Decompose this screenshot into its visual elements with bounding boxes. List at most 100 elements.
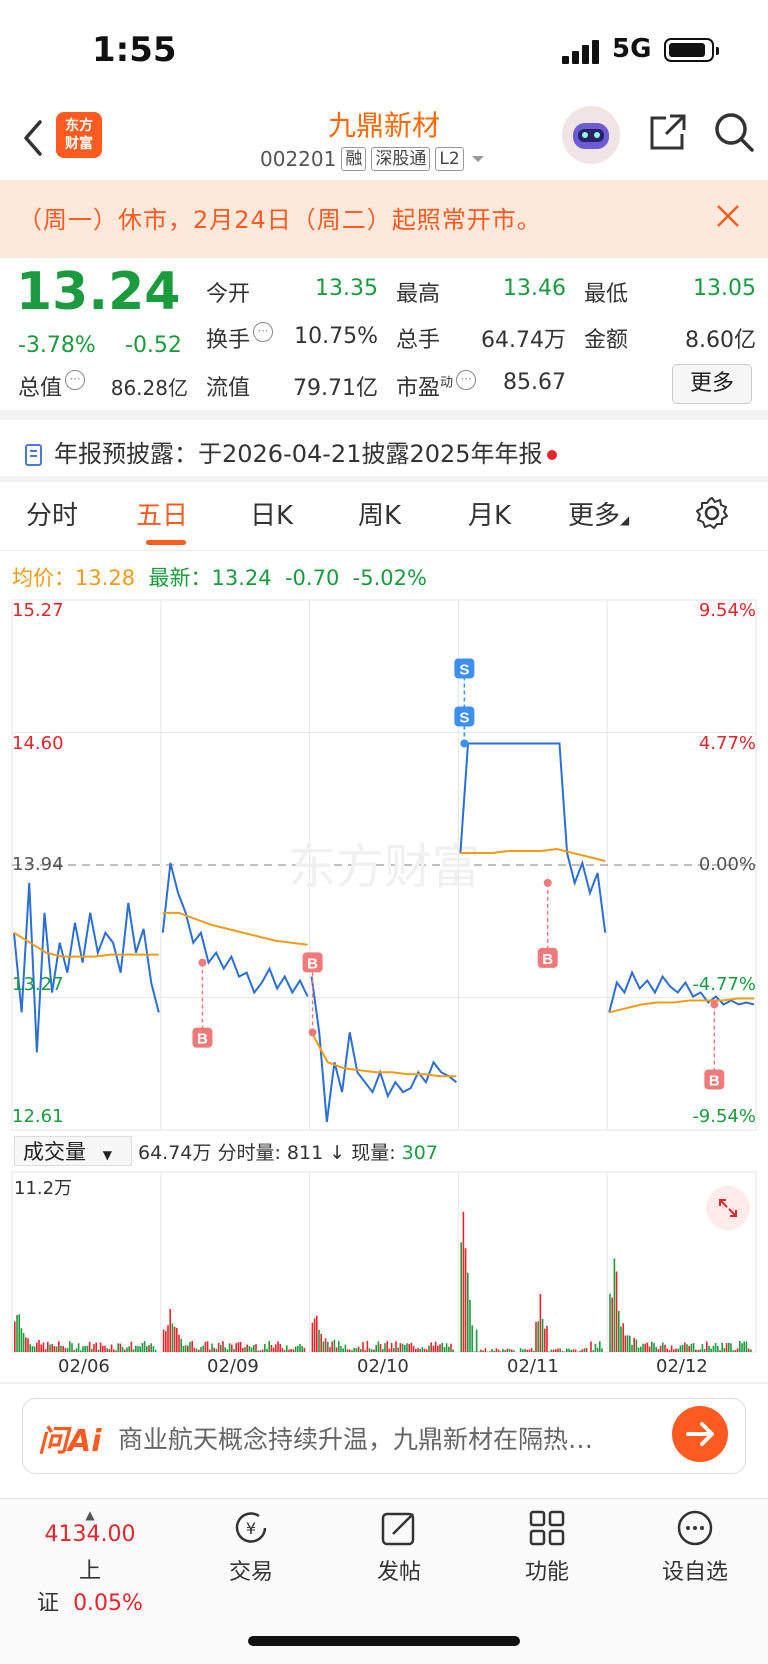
volume-bar: [196, 1349, 198, 1352]
close-icon[interactable]: [712, 200, 744, 232]
index-ticker[interactable]: ▲ 4134.00 上证 0.05%: [30, 1508, 150, 1617]
volume-bar: [102, 1346, 104, 1352]
volume-bar: [586, 1348, 588, 1352]
indicator-select[interactable]: 成交量 ▼: [14, 1136, 132, 1166]
index-value: 4134.00: [30, 1522, 150, 1547]
svg-text:¥: ¥: [246, 1519, 256, 1538]
settings-icon[interactable]: [694, 495, 730, 538]
stock-subline[interactable]: 002201 融 深股通 L2: [260, 147, 487, 171]
volume-bar: [180, 1339, 182, 1352]
info-icon: ⋯: [65, 370, 85, 390]
chevron-down-icon: [469, 153, 487, 165]
current-price: 13.24: [16, 262, 180, 322]
volume-bar: [98, 1350, 100, 1352]
volume-bar: [290, 1349, 292, 1352]
volume-bar: [174, 1327, 176, 1352]
share-icon[interactable]: [646, 110, 690, 154]
volume-bar: [360, 1349, 362, 1352]
volume-bar: [18, 1314, 20, 1352]
volume-bar: [642, 1344, 644, 1352]
ask-ai-text[interactable]: 商业航天概念持续升温，九鼎新材在隔热…: [118, 1420, 648, 1456]
volume-bar: [120, 1344, 122, 1352]
tab-five-day[interactable]: 五日: [136, 495, 188, 532]
marker-dot: [309, 1028, 317, 1036]
volume-chart[interactable]: [0, 1168, 768, 1354]
volume-bar: [402, 1344, 404, 1352]
volume-bar: [675, 1349, 677, 1352]
mcap-value: 86.28亿: [100, 372, 188, 401]
volume-bar: [660, 1346, 662, 1352]
volume-bar: [148, 1345, 150, 1352]
volume-bar: [242, 1348, 244, 1352]
volume-bar: [717, 1346, 719, 1352]
volume-bar: [710, 1349, 712, 1352]
volume-bar: [235, 1343, 237, 1352]
search-icon[interactable]: [712, 110, 756, 154]
volume-bar: [43, 1343, 45, 1352]
volume-bar: [128, 1346, 130, 1352]
y-label-left: 14.60: [12, 733, 64, 754]
period-tabs: 分时 五日 日K 周K 月K 更多◢: [0, 495, 768, 551]
arrow-right-icon[interactable]: [672, 1406, 728, 1462]
y-label-left: 15.27: [12, 600, 64, 621]
volume-bar: [386, 1341, 388, 1352]
volume-bar: [73, 1350, 75, 1352]
volume-bar: [314, 1319, 316, 1352]
volume-bar: [702, 1344, 704, 1352]
volume-bar: [257, 1350, 259, 1352]
volume-bar: [21, 1328, 23, 1352]
volume-bar: [471, 1325, 473, 1352]
volume-bar: [169, 1309, 171, 1352]
volume-bar: [384, 1343, 386, 1352]
volume-bar: [218, 1343, 220, 1352]
volume-bar: [498, 1350, 500, 1352]
expand-icon[interactable]: [706, 1186, 750, 1230]
tab-fenshi[interactable]: 分时: [26, 495, 78, 532]
volume-bar: [430, 1342, 432, 1352]
tab-more[interactable]: 更多◢: [568, 495, 629, 532]
volume-bar: [40, 1344, 42, 1352]
volume-bar: [139, 1346, 141, 1352]
volume-bar: [467, 1273, 469, 1352]
volume-bar: [207, 1341, 209, 1352]
nav-watchlist[interactable]: 设自选: [640, 1508, 750, 1586]
robot-avatar-icon[interactable]: [562, 106, 620, 164]
volume-bar: [446, 1343, 448, 1352]
volume-bar: [358, 1347, 360, 1352]
float-value: 79.71亿: [280, 370, 378, 402]
volume-bar: [316, 1316, 318, 1352]
volume-bar: [187, 1346, 189, 1352]
volume-bar: [176, 1328, 178, 1352]
status-time: 1:55: [92, 30, 177, 70]
volume-bar: [378, 1341, 380, 1352]
volume-bar: [452, 1349, 454, 1352]
report-notice[interactable]: 年报预披露：于2026-04-21披露2025年年报: [24, 434, 557, 469]
tab-week-k[interactable]: 周K: [358, 495, 401, 532]
volume-bar: [34, 1346, 36, 1352]
more-button[interactable]: 更多: [672, 364, 752, 404]
tab-month-k[interactable]: 月K: [468, 495, 511, 532]
price-chart[interactable]: 东方财富SSBBBB: [0, 596, 768, 1136]
low-label: 最低: [584, 276, 628, 308]
volume-bar: [680, 1346, 682, 1352]
nav-functions[interactable]: 功能: [492, 1508, 602, 1586]
nav-post[interactable]: 发帖: [344, 1508, 454, 1586]
volume-bar: [93, 1344, 95, 1352]
tab-day-k[interactable]: 日K: [250, 495, 293, 532]
grid-icon: [527, 1508, 567, 1548]
volume-bar: [153, 1346, 155, 1352]
volume-bar: [54, 1346, 56, 1352]
volume-label: 总手: [396, 322, 440, 354]
nav-trade[interactable]: ¥ 交易: [196, 1508, 306, 1586]
index-pct: 0.05%: [73, 1591, 143, 1616]
pe-value: 85.67: [490, 370, 566, 395]
marker-dot: [544, 879, 552, 887]
volume-bar: [240, 1342, 242, 1352]
volume-bar: [389, 1349, 391, 1352]
volume-bar: [548, 1351, 550, 1352]
volume-bar: [584, 1348, 586, 1352]
volume-bar: [485, 1348, 487, 1352]
volume-bar: [82, 1346, 84, 1352]
volume-bar: [618, 1311, 620, 1352]
volume-bar: [411, 1343, 413, 1352]
